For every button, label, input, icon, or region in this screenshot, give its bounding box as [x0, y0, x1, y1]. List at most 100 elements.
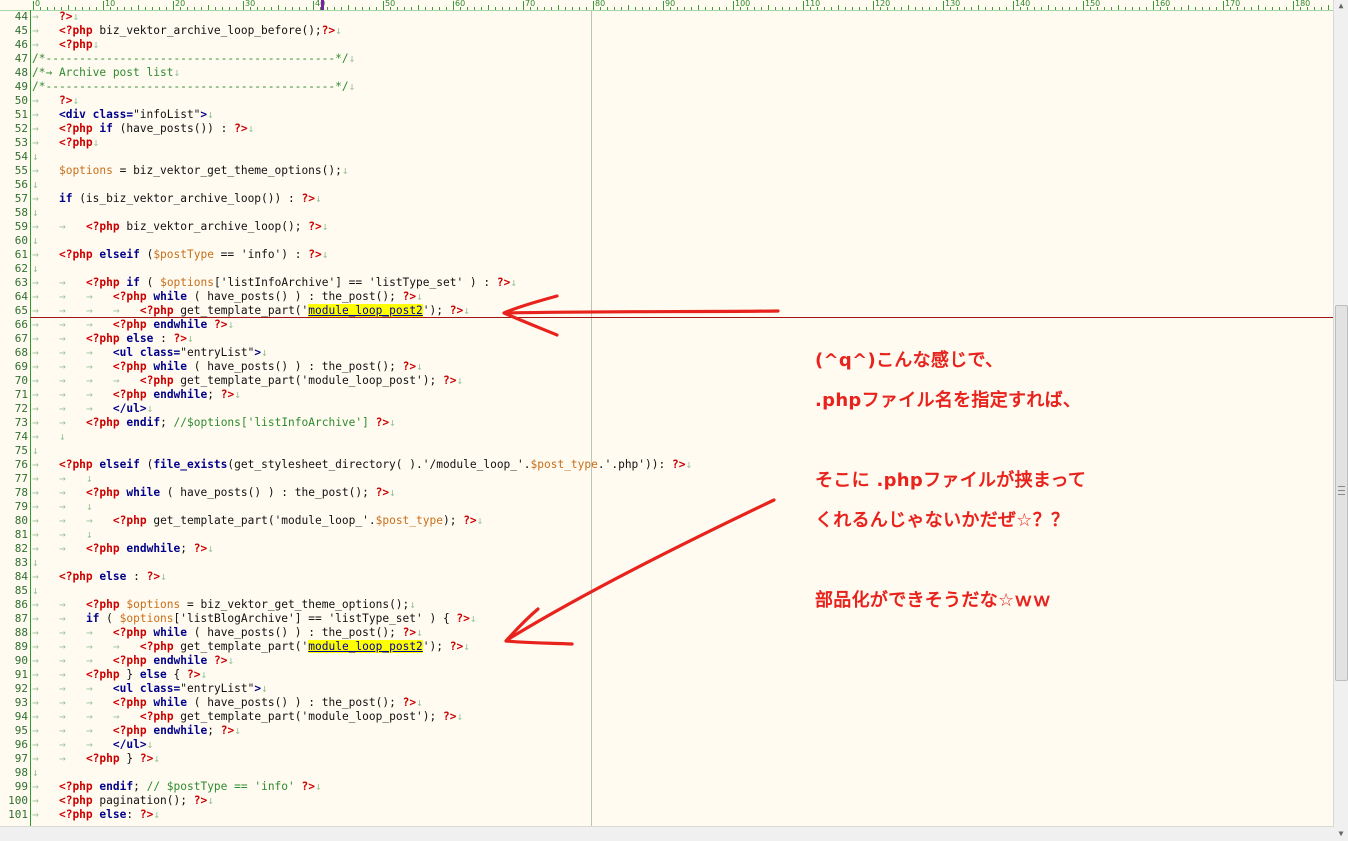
code-line[interactable]: 63 → → <?php if ( $options['listInfoArchi… — [0, 276, 1334, 290]
code-line[interactable]: 77 → → ↓ — [0, 472, 1334, 486]
code-text[interactable]: → → <?php while ( have_posts() ) : the_p… — [32, 486, 396, 500]
code-text[interactable]: → → <?php endwhile; ?>↓ — [32, 542, 214, 556]
horizontal-scrollbar[interactable] — [0, 826, 1334, 841]
code-line[interactable]: 54 ↓ — [0, 150, 1334, 164]
code-text[interactable]: → → → <?php while ( have_posts() ) : the… — [32, 696, 423, 710]
code-text[interactable]: → <?php pagination(); ?>↓ — [32, 794, 214, 808]
code-line[interactable]: 52 → <?php if (have_posts()) : ?>↓ — [0, 122, 1334, 136]
code-line[interactable]: 88 → → → <?php while ( have_posts() ) : t… — [0, 626, 1334, 640]
code-text[interactable]: → → <?php } ?>↓ — [32, 752, 160, 766]
code-text[interactable]: → → → <ul class="entryList">↓ — [32, 682, 268, 696]
code-line[interactable]: 71 → → → <?php endwhile; ?>↓ — [0, 388, 1334, 402]
code-text[interactable]: ↓ — [32, 206, 39, 220]
scroll-down-arrow-icon[interactable]: ▼ — [1334, 827, 1348, 841]
code-line[interactable]: 98 ↓ — [0, 766, 1334, 780]
code-text[interactable]: → if (is_biz_vektor_archive_loop()) : ?>… — [32, 192, 322, 206]
code-text[interactable]: → → → <?php endwhile; ?>↓ — [32, 724, 241, 738]
code-text[interactable]: → → <?php endif; //$options['listInfoArc… — [32, 416, 396, 430]
code-text[interactable]: → → → → <?php get_template_part('module_… — [32, 710, 463, 724]
code-line[interactable]: 85 ↓ — [0, 584, 1334, 598]
code-text[interactable]: → <?php else : ?>↓ — [32, 570, 167, 584]
code-text[interactable]: → → <?php } else { ?>↓ — [32, 668, 207, 682]
code-text[interactable]: /*→ Archive post list↓ — [32, 66, 180, 80]
code-text[interactable]: → → ↓ — [32, 472, 93, 486]
code-line[interactable]: 81 → → ↓ — [0, 528, 1334, 542]
code-line[interactable]: 68 → → → <ul class="entryList">↓ — [0, 346, 1334, 360]
code-editor[interactable]: 44 → ?>↓ 45 → <?php biz_vektor_archive_loop… — [0, 10, 1334, 822]
code-text[interactable]: → <div class="infoList">↓ — [32, 108, 214, 122]
code-text[interactable]: → $options = biz_vektor_get_theme_option… — [32, 164, 349, 178]
code-line[interactable]: 51 → <div class="infoList">↓ — [0, 108, 1334, 122]
code-line[interactable]: 66 → → → <?php endwhile ?>↓ — [0, 318, 1334, 332]
code-text[interactable]: → → → <?php while ( have_posts() ) : the… — [32, 360, 423, 374]
code-text[interactable]: → → → <?php while ( have_posts() ) : the… — [32, 626, 423, 640]
code-line[interactable]: 97 → → <?php } ?>↓ — [0, 752, 1334, 766]
code-line[interactable]: 79 → → ↓ — [0, 500, 1334, 514]
code-text[interactable]: → → <?php $options = biz_vektor_get_them… — [32, 598, 416, 612]
code-line[interactable]: 78 → → <?php while ( have_posts() ) : the… — [0, 486, 1334, 500]
code-text[interactable]: ↓ — [32, 262, 39, 276]
code-text[interactable]: → → → <?php while ( have_posts() ) : the… — [32, 290, 423, 304]
code-text[interactable]: ↓ — [32, 150, 39, 164]
code-line[interactable]: 44 → ?>↓ — [0, 10, 1334, 24]
code-line[interactable]: 57 → if (is_biz_vektor_archive_loop()) : … — [0, 192, 1334, 206]
code-line[interactable]: 91 → → <?php } else { ?>↓ — [0, 668, 1334, 682]
code-line[interactable]: 84 → <?php else : ?>↓ — [0, 570, 1334, 584]
code-line[interactable]: 60 ↓ — [0, 234, 1334, 248]
code-text[interactable]: → <?php elseif ($postType == 'info') : ?… — [32, 248, 328, 262]
code-text[interactable]: → → → → <?php get_template_part('module_… — [32, 304, 470, 318]
code-line[interactable]: 72 → → → </ul>↓ — [0, 402, 1334, 416]
code-line[interactable]: 45 → <?php biz_vektor_archive_loop_before… — [0, 24, 1334, 38]
code-line[interactable]: 101 → <?php else: ?>↓ — [0, 808, 1334, 822]
code-line[interactable]: 56 ↓ — [0, 178, 1334, 192]
code-line[interactable]: 48 /*→ Archive post list↓ — [0, 66, 1334, 80]
code-text[interactable]: → → ↓ — [32, 528, 93, 542]
code-line[interactable]: 69 → → → <?php while ( have_posts() ) : t… — [0, 360, 1334, 374]
code-line[interactable]: 82 → → <?php endwhile; ?>↓ — [0, 542, 1334, 556]
code-text[interactable]: → → ↓ — [32, 500, 93, 514]
code-text[interactable]: → → → <ul class="entryList">↓ — [32, 346, 268, 360]
code-text[interactable]: → → <?php biz_vektor_archive_loop(); ?>↓ — [32, 220, 328, 234]
vertical-scrollbar[interactable]: ▲ ▼ — [1333, 0, 1348, 841]
code-line[interactable]: 47 /*------------------------------------… — [0, 52, 1334, 66]
code-line[interactable]: 86 → → <?php $options = biz_vektor_get_th… — [0, 598, 1334, 612]
code-line[interactable]: 62 ↓ — [0, 262, 1334, 276]
code-line[interactable]: 90 → → → <?php endwhile ?>↓ — [0, 654, 1334, 668]
code-line[interactable]: 74 → ↓ — [0, 430, 1334, 444]
code-line[interactable]: 95 → → → <?php endwhile; ?>↓ — [0, 724, 1334, 738]
code-text[interactable]: → ↓ — [32, 430, 66, 444]
code-text[interactable]: /*--------------------------------------… — [32, 80, 355, 94]
code-line[interactable]: 49 /*------------------------------------… — [0, 80, 1334, 94]
code-text[interactable]: → <?php biz_vektor_archive_loop_before()… — [32, 24, 342, 38]
code-line[interactable]: 87 → → if ( $options['listBlogArchive'] =… — [0, 612, 1334, 626]
code-text[interactable]: → → <?php else : ?>↓ — [32, 332, 194, 346]
code-text[interactable]: → <?php↓ — [32, 38, 99, 52]
code-line[interactable]: 96 → → → </ul>↓ — [0, 738, 1334, 752]
code-line[interactable]: 59 → → <?php biz_vektor_archive_loop(); ?… — [0, 220, 1334, 234]
code-line[interactable]: 67 → → <?php else : ?>↓ — [0, 332, 1334, 346]
code-text[interactable]: ↓ — [32, 178, 39, 192]
code-text[interactable]: ↓ — [32, 444, 39, 458]
code-line[interactable]: 73 → → <?php endif; //$options['listInfoA… — [0, 416, 1334, 430]
code-line[interactable]: 75 ↓ — [0, 444, 1334, 458]
code-line[interactable]: 80 → → → <?php get_template_part('module_… — [0, 514, 1334, 528]
code-line[interactable]: 70 → → → → <?php get_template_part('modul… — [0, 374, 1334, 388]
code-text[interactable]: → <?php↓ — [32, 136, 99, 150]
code-text[interactable]: → → → <?php endwhile; ?>↓ — [32, 388, 241, 402]
code-text[interactable]: → → <?php if ( $options['listInfoArchive… — [32, 276, 517, 290]
code-line[interactable]: 89 → → → → <?php get_template_part('modul… — [0, 640, 1334, 654]
code-line[interactable]: 46 → <?php↓ — [0, 38, 1334, 52]
code-line[interactable]: 50 → ?>↓ — [0, 94, 1334, 108]
code-text[interactable]: ↓ — [32, 584, 39, 598]
code-text[interactable]: → <?php else: ?>↓ — [32, 808, 160, 822]
code-line[interactable]: 76 → <?php elseif (file_exists(get_styles… — [0, 458, 1334, 472]
code-text[interactable]: → → → <?php get_template_part('module_lo… — [32, 514, 483, 528]
code-text[interactable]: → → → <?php endwhile ?>↓ — [32, 654, 234, 668]
code-line[interactable]: 55 → $options = biz_vektor_get_theme_opti… — [0, 164, 1334, 178]
code-line[interactable]: 65 → → → → <?php get_template_part('modul… — [0, 304, 1334, 318]
code-line[interactable]: 83 ↓ — [0, 556, 1334, 570]
code-text[interactable]: → <?php elseif (file_exists(get_styleshe… — [32, 458, 692, 472]
code-line[interactable]: 100 → <?php pagination(); ?>↓ — [0, 794, 1334, 808]
code-line[interactable]: 58 ↓ — [0, 206, 1334, 220]
code-line[interactable]: 94 → → → → <?php get_template_part('modul… — [0, 710, 1334, 724]
